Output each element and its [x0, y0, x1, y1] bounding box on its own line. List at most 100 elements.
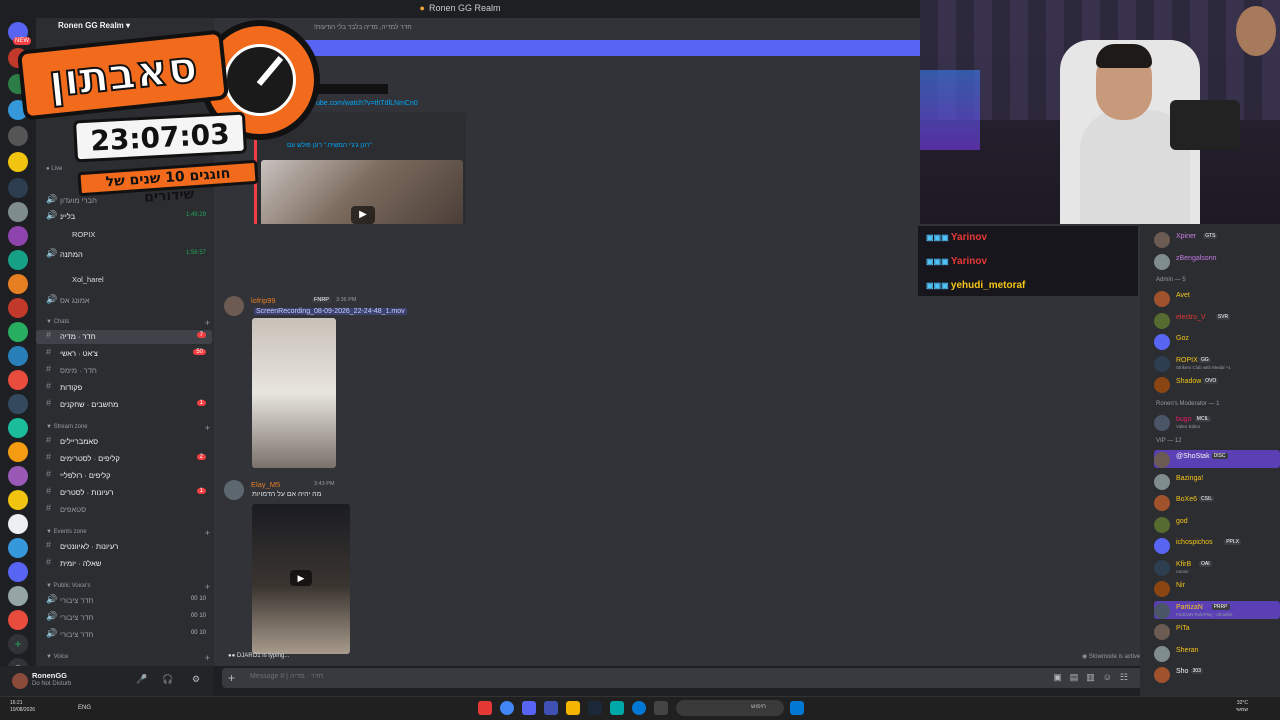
avatar[interactable]	[1154, 667, 1170, 683]
avatar[interactable]	[1154, 495, 1170, 511]
app-icon[interactable]	[654, 701, 668, 715]
microphone-icon[interactable]: 🎤	[136, 674, 147, 685]
member-item[interactable]: zBengalsonn	[1154, 252, 1280, 270]
member-item[interactable]: Sheran	[1154, 644, 1280, 662]
server-icon[interactable]	[8, 610, 28, 630]
member-item[interactable]: KfirB OAI runnin	[1154, 558, 1280, 576]
server-icon[interactable]	[8, 298, 28, 318]
member-item[interactable]: Avet	[1154, 289, 1280, 307]
category-voice[interactable]: ▼ Voice +	[46, 653, 210, 663]
channel-stream[interactable]: # רעיונות · לסטרים 1	[36, 486, 212, 500]
avatar[interactable]	[1154, 538, 1170, 554]
avatar[interactable]	[1154, 377, 1170, 393]
video-attachment[interactable]: ▶	[252, 504, 350, 654]
avatar[interactable]	[1154, 645, 1170, 662]
avatar[interactable]	[1154, 355, 1170, 372]
server-icon[interactable]	[8, 418, 28, 438]
category-public-voice[interactable]: ▼ Public Voice's +	[46, 582, 210, 592]
server-icon[interactable]	[8, 346, 28, 366]
member-item[interactable]: Xpiner GTS	[1154, 230, 1280, 248]
member-item[interactable]: bugo MCIL Video Editor	[1154, 413, 1280, 431]
server-icon[interactable]	[8, 466, 28, 486]
voice-channel[interactable]: 🔊 בליינ 1:49:29	[36, 210, 212, 224]
play-icon[interactable]: ▶	[290, 570, 312, 586]
member-item[interactable]: BoXe6 CSIL	[1154, 493, 1280, 511]
server-icon[interactable]	[8, 514, 28, 534]
avatar[interactable]	[1154, 232, 1170, 248]
server-icon[interactable]	[8, 322, 28, 342]
avatar[interactable]	[1154, 452, 1170, 468]
avatar[interactable]	[1154, 414, 1170, 431]
server-icon[interactable]	[8, 274, 28, 294]
server-icon[interactable]	[8, 538, 28, 558]
chrome-icon[interactable]	[500, 701, 514, 715]
avatar[interactable]	[1154, 516, 1170, 533]
avatar[interactable]	[1154, 291, 1170, 307]
message-author[interactable]: Elay_M5	[251, 480, 280, 489]
app-icon[interactable]	[544, 701, 558, 715]
headphones-icon[interactable]: 🎧	[162, 674, 173, 685]
avatar[interactable]	[1154, 602, 1170, 619]
public-voice-channel[interactable]: 🔊 חדר ציבורי 00 10	[36, 628, 212, 642]
category-chats[interactable]: ▼ Chats +	[46, 318, 210, 328]
message-input[interactable]: Message # | חדר · מדיה	[250, 673, 323, 680]
server-icon[interactable]	[8, 250, 28, 270]
message-author[interactable]: lofrip99	[251, 296, 276, 305]
app-icon[interactable]	[610, 701, 624, 715]
youtube-link[interactable]: ube.com/watch?v=thTdlLNmCn0	[316, 100, 418, 107]
voice-channel[interactable]: 🔊 המתנה 1:56:57	[36, 248, 212, 262]
member-item[interactable]: ROPIX GG Strikers Club with Medal +1	[1154, 354, 1280, 372]
avatar[interactable]	[12, 673, 28, 689]
avatar[interactable]	[1154, 312, 1170, 329]
avatar[interactable]	[1154, 253, 1170, 270]
windows-start-icon[interactable]	[790, 701, 804, 715]
member-item[interactable]: @ShoStak DISC	[1154, 450, 1280, 468]
language-indicator[interactable]: ENG	[78, 705, 91, 711]
clock[interactable]: 16:21 10/08/2026	[10, 700, 35, 714]
attach-plus-icon[interactable]: +	[228, 671, 235, 685]
avatar[interactable]	[224, 480, 244, 500]
voice-user[interactable]: Xol_harel	[36, 273, 212, 287]
folder-icon[interactable]	[566, 701, 580, 715]
member-item[interactable]: ichospichos PPLX	[1154, 536, 1280, 554]
avatar[interactable]	[1154, 473, 1170, 490]
channel-stream[interactable]: # קליפים · לסטרימים 2	[36, 452, 212, 466]
member-item[interactable]: Sho 303	[1154, 665, 1280, 683]
member-item[interactable]: electro_V SVR	[1154, 311, 1280, 329]
server-icon[interactable]	[8, 370, 28, 390]
voice-user[interactable]: ROPIX	[36, 228, 212, 242]
video-attachment[interactable]	[252, 318, 336, 468]
avatar[interactable]	[1154, 559, 1170, 576]
channel-media[interactable]: # חדר · מדיה 7	[36, 330, 212, 344]
public-voice-channel[interactable]: 🔊 חדר ציבורי 00 10	[36, 611, 212, 625]
gear-icon[interactable]: ⚙	[192, 674, 200, 685]
avatar[interactable]	[224, 296, 244, 316]
channel-stream[interactable]: # סטאפים	[36, 503, 212, 517]
steam-icon[interactable]	[588, 701, 602, 715]
server-icon[interactable]	[8, 442, 28, 462]
taskbar-search[interactable]: חיפוש	[676, 700, 784, 716]
server-icon[interactable]	[8, 562, 28, 582]
play-icon[interactable]: ▶	[351, 206, 375, 224]
member-item[interactable]: Shadow OVO	[1154, 375, 1280, 393]
attachment-name[interactable]: ScreenRecording_08-09-2026_22-24-48_1.mo…	[254, 308, 407, 315]
avatar[interactable]	[1154, 624, 1170, 640]
app-icon[interactable]	[478, 701, 492, 715]
weather-widget[interactable]: 32°C שמשי	[1236, 700, 1248, 714]
server-icon[interactable]	[8, 226, 28, 246]
add-server-icon[interactable]: +	[8, 634, 28, 654]
member-item[interactable]: Goz	[1154, 332, 1280, 350]
server-icon[interactable]	[8, 490, 28, 510]
server-icon[interactable]	[8, 394, 28, 414]
channel-memes[interactable]: # חדר · מימס	[36, 364, 212, 378]
category-stream-zone[interactable]: ▼ Stream zone +	[46, 423, 210, 433]
server-icon[interactable]	[8, 586, 28, 606]
message-composer[interactable]: + Message # | חדר · מדיה ▣▤▥☺☷	[222, 668, 1142, 688]
avatar[interactable]	[1154, 334, 1170, 350]
edge-icon[interactable]	[632, 701, 646, 715]
channel-computers[interactable]: # מחשבים · שחקנים 1	[36, 398, 212, 412]
channel-events[interactable]: # רעיונות · לאיוונטים	[36, 540, 212, 554]
member-item[interactable]: PartizaN PRRP PartizaN RolePlay - Allowlis…	[1154, 600, 1280, 619]
channel-stream[interactable]: # סאמבריילים	[36, 435, 212, 449]
member-item[interactable]: Bazinga!	[1154, 472, 1280, 490]
